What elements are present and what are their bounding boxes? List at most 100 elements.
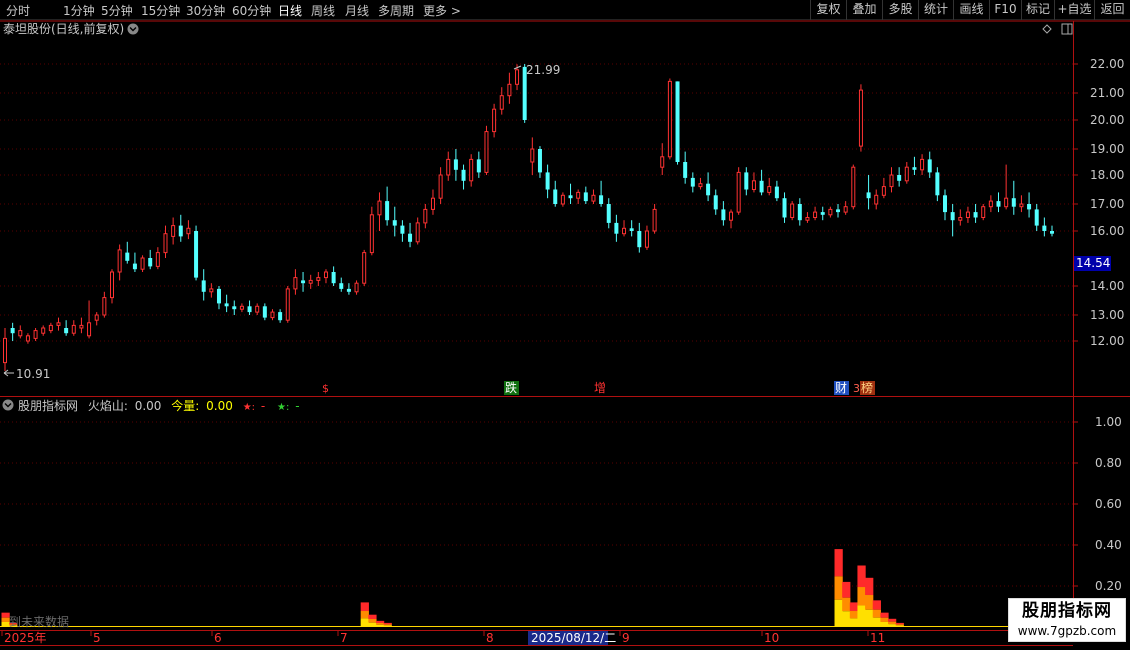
candle-25 xyxy=(194,225,199,281)
candle-body-24 xyxy=(186,227,191,235)
candle-124 xyxy=(950,204,955,237)
candle-90 xyxy=(690,172,695,193)
candle-70 xyxy=(537,146,542,178)
candle-body-10 xyxy=(79,324,84,329)
candle-body-115 xyxy=(881,186,886,196)
main-tick-label-0: 22.00 xyxy=(1090,57,1124,71)
candle-body-76 xyxy=(583,192,588,202)
candle-body-111 xyxy=(851,166,856,208)
flame-band-14-1 xyxy=(895,624,904,626)
candle-63 xyxy=(484,125,489,175)
candle-111 xyxy=(851,164,856,210)
candle-119 xyxy=(912,156,917,175)
candle-body-129 xyxy=(988,200,993,208)
candle-2 xyxy=(18,325,23,339)
candle-body-93 xyxy=(713,195,718,210)
candle-117 xyxy=(897,167,902,187)
main-tick-label-4: 18.00 xyxy=(1090,168,1124,182)
candle-body-38 xyxy=(293,277,298,290)
candle-69 xyxy=(530,137,535,175)
candle-body-114 xyxy=(874,194,879,205)
candle-body-102 xyxy=(782,198,787,218)
sub-tick-label-3: 0.40 xyxy=(1095,538,1122,552)
candle-18 xyxy=(140,255,145,272)
candle-body-61 xyxy=(469,158,474,182)
candle-body-85 xyxy=(652,208,657,232)
candle-14 xyxy=(109,269,114,304)
candle-body-101 xyxy=(774,186,779,199)
candle-116 xyxy=(889,167,894,193)
flame-bar-12 xyxy=(880,612,889,627)
candle-77 xyxy=(591,189,596,204)
candle-36 xyxy=(278,309,283,323)
main-gridlines xyxy=(0,63,1073,342)
candle-body-57 xyxy=(438,174,443,199)
candle-99 xyxy=(759,169,764,196)
candle-118 xyxy=(904,162,909,184)
candle-64 xyxy=(492,103,497,138)
candle-66 xyxy=(507,72,512,104)
marker-die[interactable]: 跌 xyxy=(505,380,517,395)
candle-101 xyxy=(774,180,779,202)
candle-107 xyxy=(820,206,825,221)
date-label-3: 7 xyxy=(340,631,348,645)
candle-body-66 xyxy=(507,83,512,97)
flame-band-9-2 xyxy=(857,605,866,627)
candle-body-30 xyxy=(232,306,237,310)
flame-band-3-1 xyxy=(368,619,377,623)
flame-band-13-2 xyxy=(888,624,897,627)
candle-body-41 xyxy=(316,277,321,281)
marker-three[interactable]: 3 xyxy=(853,382,860,395)
candle-body-108 xyxy=(828,208,833,216)
candle-29 xyxy=(224,294,229,313)
window-toggle-icon[interactable] xyxy=(1061,23,1073,35)
candle-body-123 xyxy=(943,195,948,213)
flame-band-12-2 xyxy=(880,621,889,627)
candle-74 xyxy=(568,183,573,204)
stock-chart[interactable]: 22.00 21.00 20.00 19.00 18.00 17.00 16.00 14.00… xyxy=(0,0,1130,650)
candle-body-3 xyxy=(25,335,30,342)
candle-body-136 xyxy=(1042,225,1047,231)
candle-114 xyxy=(874,189,879,210)
candle-body-97 xyxy=(744,172,749,190)
candle-body-6 xyxy=(48,324,53,332)
marker-bang[interactable]: 榜 xyxy=(861,380,873,395)
candle-body-36 xyxy=(278,312,283,321)
candle-126 xyxy=(965,206,970,223)
marker-cai[interactable]: 财 xyxy=(835,381,847,395)
candle-body-33 xyxy=(255,305,260,313)
candle-body-126 xyxy=(965,211,970,219)
candle-body-104 xyxy=(797,204,802,221)
flame-bar-7 xyxy=(842,581,851,627)
candle-53 xyxy=(408,222,413,248)
marker-dollar[interactable]: $ xyxy=(322,382,329,395)
candle-120 xyxy=(920,154,925,175)
candle-97 xyxy=(744,167,749,196)
candle-112 xyxy=(858,84,863,152)
candle-body-46 xyxy=(354,282,359,293)
candle-121 xyxy=(927,151,932,178)
flame-bar-4 xyxy=(375,620,385,627)
diamond-icon[interactable] xyxy=(1042,24,1052,34)
candle-body-63 xyxy=(484,131,489,173)
candle-42 xyxy=(323,269,328,284)
flame-band-8-0 xyxy=(849,602,859,612)
candle-123 xyxy=(943,189,948,221)
candle-31 xyxy=(239,303,244,313)
candle-58 xyxy=(446,151,451,181)
candle-body-103 xyxy=(790,203,795,218)
candle-body-28 xyxy=(216,288,221,304)
candle-body-54 xyxy=(415,222,420,243)
candle-body-132 xyxy=(1011,198,1016,207)
indicator-value-flame: 0.00 xyxy=(135,399,162,413)
candle-body-127 xyxy=(973,212,978,218)
marker-zeng[interactable]: 增 xyxy=(594,381,606,395)
main-tick-label-8: 13.00 xyxy=(1090,308,1124,322)
candle-body-73 xyxy=(560,194,565,205)
indicator-dropdown-icon[interactable] xyxy=(2,399,14,411)
title-dropdown-icon[interactable] xyxy=(127,23,139,35)
date-label-1: 5 xyxy=(93,631,101,645)
candle-45 xyxy=(346,283,351,295)
candle-body-121 xyxy=(927,159,932,173)
candle-body-2 xyxy=(18,330,23,337)
